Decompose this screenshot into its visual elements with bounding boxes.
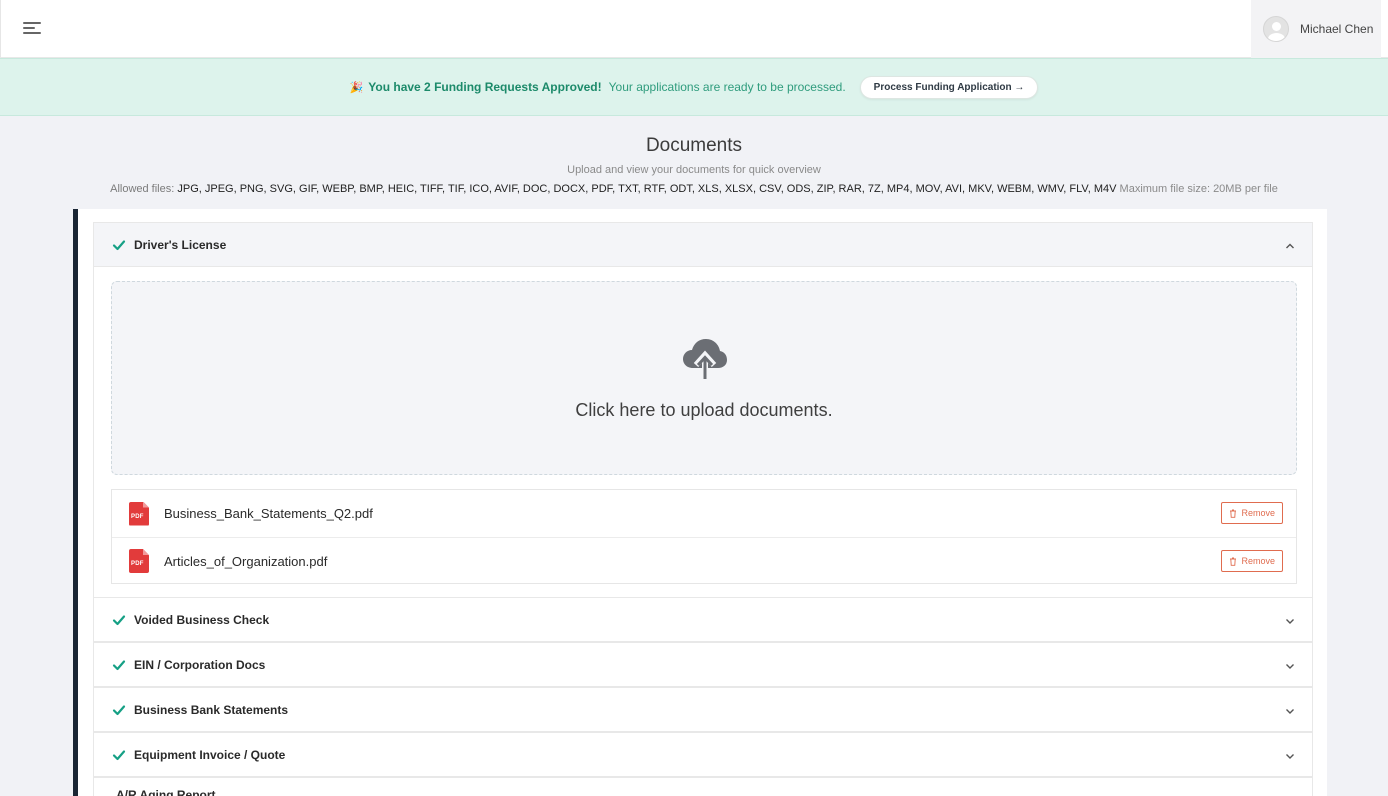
file-row: PDF Business_Bank_Statements_Q2.pdf Remo… (112, 490, 1296, 537)
accordion-title: Driver's License (134, 237, 227, 252)
remove-file-button[interactable]: Remove (1221, 550, 1283, 572)
chevron-down-icon[interactable] (1284, 660, 1296, 672)
funding-approved-banner: 🎉 You have 2 Funding Requests Approved! … (0, 58, 1388, 116)
accordion-header-drivers-license[interactable]: Driver's License (93, 222, 1313, 267)
hamburger-menu-icon[interactable] (23, 19, 43, 37)
remove-file-button[interactable]: Remove (1221, 502, 1283, 524)
pdf-icon: PDF (129, 549, 149, 573)
remove-label: Remove (1241, 508, 1275, 518)
top-navbar: Michael Chen (0, 0, 1388, 58)
chevron-up-icon[interactable] (1284, 240, 1296, 252)
upload-instruction: Click here to upload documents. (575, 400, 833, 420)
cloud-upload-icon (683, 339, 727, 379)
file-name: Articles_of_Organization.pdf (164, 553, 328, 569)
accordion-header-voided-check[interactable]: Voided Business Check (93, 597, 1313, 642)
allowed-file-types: JPG, JPEG, PNG, SVG, GIF, WEBP, BMP, HEI… (177, 183, 1117, 195)
page-header: Documents Upload and view your documents… (0, 116, 1388, 195)
accordion-header-ein-docs[interactable]: EIN / Corporation Docs (93, 642, 1313, 687)
banner-title: You have 2 Funding Requests Approved! (368, 80, 602, 94)
accordion-title: Equipment Invoice / Quote (134, 747, 286, 762)
upload-dropzone[interactable]: Click here to upload documents. (111, 281, 1297, 475)
trash-icon (1230, 557, 1237, 566)
file-row: PDF Articles_of_Organization.pdf Remove (112, 537, 1296, 584)
remove-label: Remove (1241, 556, 1275, 566)
max-file-size: Maximum file size: 20MB per file (1119, 183, 1278, 195)
avatar (1263, 16, 1289, 42)
accordion-header-ar-aging[interactable]: A/R Aging Report (93, 777, 1313, 796)
accordion-title: Voided Business Check (134, 612, 270, 627)
check-icon (112, 614, 126, 625)
file-name: Business_Bank_Statements_Q2.pdf (164, 506, 373, 521)
check-icon (112, 239, 126, 250)
chevron-down-icon[interactable] (1284, 750, 1296, 762)
user-menu[interactable]: Michael Chen (1251, 0, 1381, 58)
pdf-icon: PDF (129, 501, 149, 526)
allowed-files-info: Allowed files: JPG, JPEG, PNG, SVG, GIF,… (0, 183, 1388, 195)
documents-card: Driver's License Click here to upload do… (73, 209, 1327, 796)
party-popper-icon: 🎉 (349, 81, 364, 94)
accordion-title: A/R Aging Report (116, 788, 216, 796)
check-icon (112, 749, 126, 760)
allowed-files-label: Allowed files: (110, 183, 175, 195)
chevron-down-icon[interactable] (1284, 615, 1296, 627)
chevron-down-icon[interactable] (1284, 705, 1296, 717)
accordion-body-drivers-license: Click here to upload documents. PDF Busi… (93, 267, 1313, 598)
banner-subtitle: Your applications are ready to be proces… (608, 80, 846, 94)
accordion-title: Business Bank Statements (134, 702, 289, 717)
check-icon (112, 659, 126, 670)
trash-icon (1230, 509, 1237, 518)
page-subtitle: Upload and view your documents for quick… (567, 164, 821, 176)
page-title: Documents (645, 135, 743, 156)
accordion-header-bank-statements[interactable]: Business Bank Statements (93, 687, 1313, 732)
check-icon (112, 704, 126, 715)
accordion-title: EIN / Corporation Docs (134, 657, 266, 672)
accordion-header-equipment-invoice[interactable]: Equipment Invoice / Quote (93, 732, 1313, 777)
process-funding-button[interactable]: Process Funding Application → (859, 75, 1039, 99)
uploaded-file-list: PDF Business_Bank_Statements_Q2.pdf Remo… (111, 489, 1297, 584)
user-name: Michael Chen (1300, 22, 1374, 36)
